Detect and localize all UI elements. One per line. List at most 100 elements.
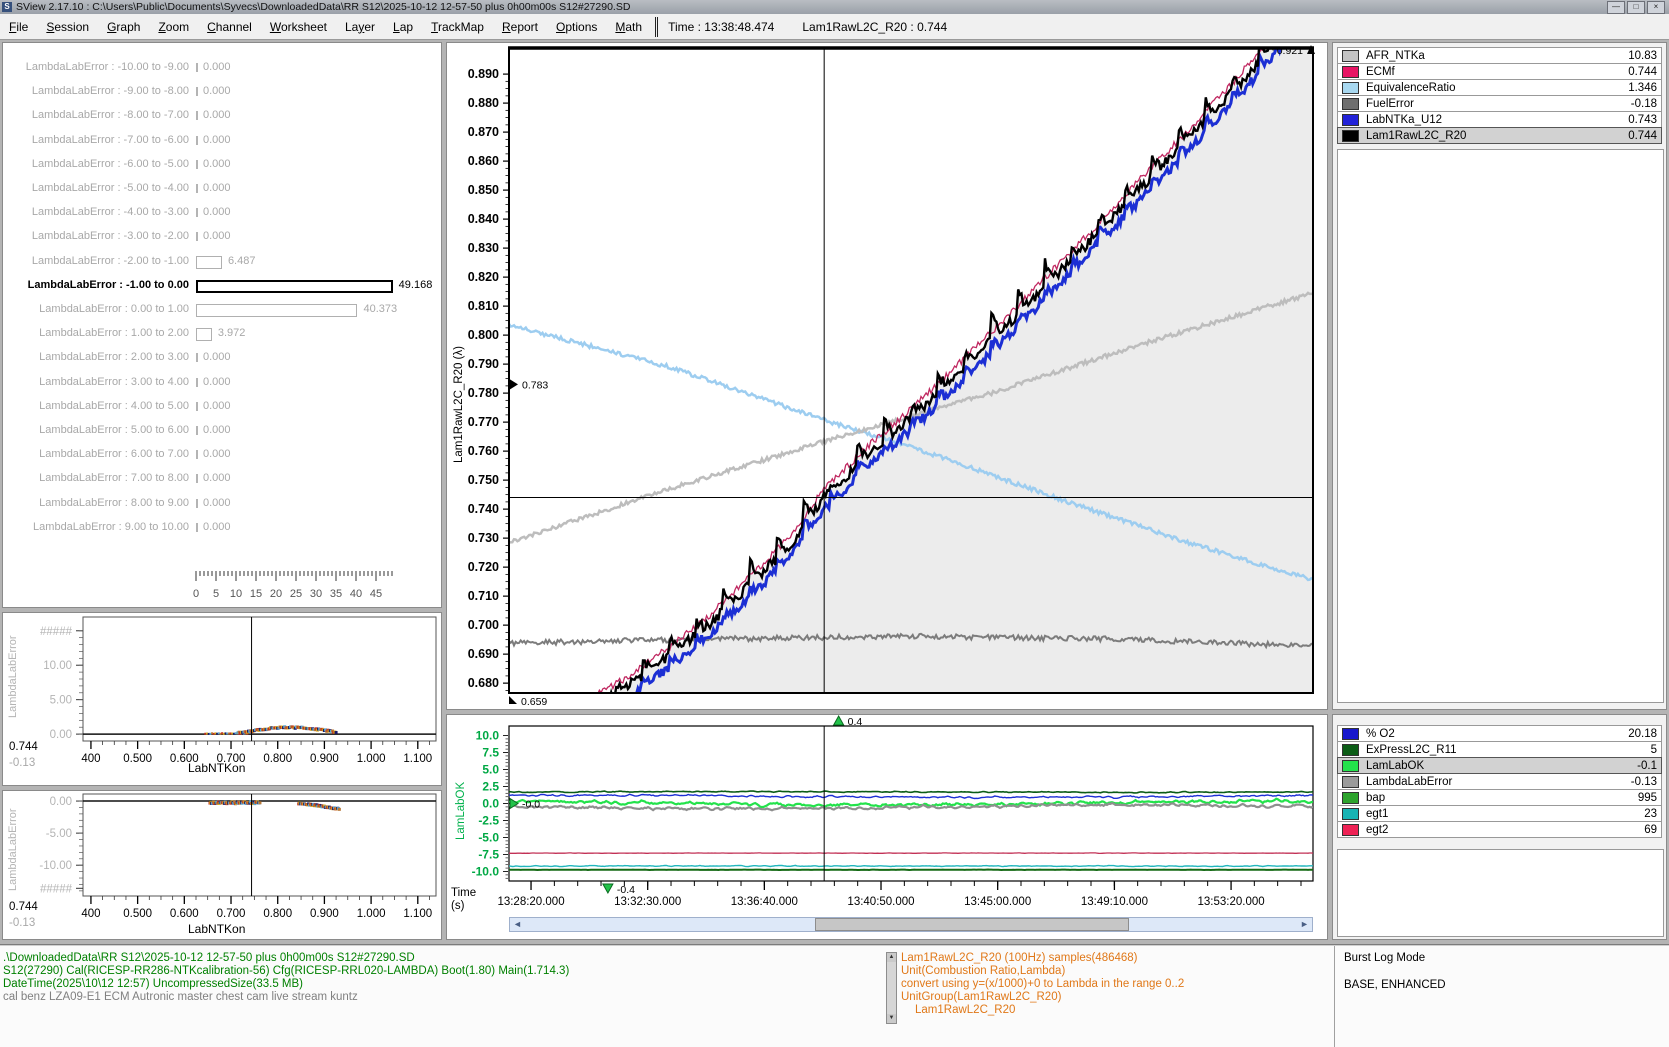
minimize-button[interactable]: —: [1607, 1, 1625, 14]
histogram-row[interactable]: LambdaLabError : -3.00 to -2.000.000: [3, 226, 441, 248]
histogram-row[interactable]: LambdaLabError : -1.00 to 0.0049.168: [3, 275, 441, 297]
channel-name: % O2: [1366, 728, 1395, 740]
histogram-row-label: LambdaLabError : -1.00 to 0.00: [3, 279, 189, 291]
histogram-value: 0.000: [203, 85, 231, 97]
svg-text:0.00: 0.00: [50, 729, 72, 741]
main-time-chart-panel[interactable]: Lam1RawL2C_R20 (λ) 0.8900.8800.8700.8600…: [446, 42, 1328, 710]
menu-file[interactable]: File: [0, 20, 37, 34]
menu-zoom[interactable]: Zoom: [149, 20, 198, 34]
svg-text:5.0: 5.0: [482, 763, 499, 777]
histogram-row[interactable]: LambdaLabError : 0.00 to 1.0040.373: [3, 299, 441, 321]
channel-row-expressl2c-r11[interactable]: ExPressL2C_R115: [1337, 741, 1662, 758]
lambda-error-histogram-panel[interactable]: LambdaLabError : -10.00 to -9.000.000Lam…: [2, 42, 442, 608]
menu-channel[interactable]: Channel: [198, 20, 261, 34]
status-bar: .\DownloadedData\RR S12\2025-10-12 12-57…: [0, 944, 1669, 1047]
histogram-row-label: LambdaLabError : -3.00 to -2.00: [3, 230, 189, 242]
histogram-zero-tick: [196, 450, 198, 459]
main-chart-plot[interactable]: 0.8900.8800.8700.8600.8500.8400.8300.820…: [447, 43, 1327, 709]
menu-options[interactable]: Options: [547, 20, 606, 34]
channel-value: -0.13: [1631, 776, 1657, 788]
histogram-row-label: LambdaLabError : 0.00 to 1.00: [3, 303, 189, 315]
scroll-right-icon[interactable]: ►: [1297, 918, 1312, 931]
histogram-row[interactable]: LambdaLabError : 3.00 to 4.000.000: [3, 372, 441, 394]
channel-value: 69: [1644, 824, 1657, 836]
histogram-row[interactable]: LambdaLabError : 2.00 to 3.000.000: [3, 347, 441, 369]
histogram-value: 3.972: [218, 327, 246, 339]
histogram-row[interactable]: LambdaLabError : -6.00 to -5.000.000: [3, 154, 441, 176]
empty-channel-area: [1337, 849, 1664, 937]
channel-row-egt1[interactable]: egt123: [1337, 805, 1662, 822]
channel-row-lam1rawl2c-r20[interactable]: Lam1RawL2C_R200.744: [1337, 127, 1662, 144]
histogram-row[interactable]: LambdaLabError : -9.00 to -8.000.000: [3, 81, 441, 103]
histogram-row[interactable]: LambdaLabError : -5.00 to -4.000.000: [3, 178, 441, 200]
time-axis-label-1: Time: [451, 887, 476, 899]
menu-math[interactable]: Math: [606, 20, 651, 34]
scatter-lower-plot[interactable]: 0.00-5.00-10.00#####4000.5000.6000.7000.…: [3, 791, 443, 921]
channel-row-afr-ntka[interactable]: AFR_NTKa10.83: [1337, 47, 1662, 64]
channel-info-line: Lam1RawL2C_R20 (100Hz) samples(486468): [901, 952, 1138, 964]
svg-text:0.750: 0.750: [468, 473, 499, 487]
svg-text:10.00: 10.00: [43, 660, 72, 672]
channel-row-labntka-u12[interactable]: LabNTKa_U120.743: [1337, 111, 1662, 128]
histogram-row[interactable]: LambdaLabError : -8.00 to -7.000.000: [3, 105, 441, 127]
channel-row-fuelerror[interactable]: FuelError-0.18: [1337, 95, 1662, 112]
channel-row-ecmf[interactable]: ECMf0.744: [1337, 63, 1662, 80]
histogram-row[interactable]: LambdaLabError : 5.00 to 6.000.000: [3, 420, 441, 442]
menu-layer[interactable]: Layer: [336, 20, 384, 34]
menu-items: FileSessionGraphZoomChannelWorksheetLaye…: [0, 20, 651, 34]
scroll-left-icon[interactable]: ◄: [510, 918, 525, 931]
title-bar[interactable]: S SView 2.17.10 : C:\Users\Public\Docume…: [0, 0, 1669, 14]
channel-list-bottom-panel: % O220.18ExPressL2C_R115LamLabOK-0.1Lamb…: [1332, 714, 1667, 940]
bottom-chart-plot[interactable]: 10.07.55.02.50.0-2.5-5.0-7.5-10.013:28:2…: [447, 715, 1327, 915]
close-button[interactable]: ×: [1647, 1, 1665, 14]
channel-row--o2[interactable]: % O220.18: [1337, 725, 1662, 742]
scatter-upper-panel[interactable]: LambdaLabError #####10.005.000.004000.50…: [2, 612, 442, 786]
channel-name: ECMf: [1366, 66, 1395, 78]
channel-row-bap[interactable]: bap995: [1337, 789, 1662, 806]
histogram-row[interactable]: LambdaLabError : 7.00 to 8.000.000: [3, 468, 441, 490]
histogram-row[interactable]: LambdaLabError : -2.00 to -1.006.487: [3, 251, 441, 273]
histogram-row-label: LambdaLabError : 6.00 to 7.00: [3, 448, 189, 460]
histogram-value: 0.000: [203, 472, 231, 484]
time-tick-label: 13:32:30.000: [614, 896, 681, 908]
min-value-marker: 0.659: [521, 696, 547, 708]
scrollbar-thumb[interactable]: [815, 918, 1128, 931]
scroll-up-icon[interactable]: ▲: [887, 953, 896, 962]
histogram-row[interactable]: LambdaLabError : 4.00 to 5.000.000: [3, 396, 441, 418]
scatter-lower-panel[interactable]: LambdaLabError 0.00-5.00-10.00#####4000.…: [2, 790, 442, 940]
histogram-row[interactable]: LambdaLabError : -10.00 to -9.000.000: [3, 57, 441, 79]
lamlabok-time-chart-panel[interactable]: LamLabOK 10.07.55.02.50.0-2.5-5.0-7.5-10…: [446, 714, 1328, 940]
channel-row-equivalenceratio[interactable]: EquivalenceRatio1.346: [1337, 79, 1662, 96]
svg-text:0.890: 0.890: [468, 67, 499, 81]
scatter-x-tick-label: 1.100: [403, 908, 432, 920]
scatter-upper-plot[interactable]: #####10.005.000.004000.5000.6000.7000.80…: [3, 613, 443, 773]
top-marker-value: 0.4: [848, 716, 863, 728]
svg-text:0.790: 0.790: [468, 357, 499, 371]
channel-row-lambdalaberror[interactable]: LambdaLabError-0.13: [1337, 773, 1662, 790]
menu-trackmap[interactable]: TrackMap: [422, 20, 493, 34]
channel-row-lamlabok[interactable]: LamLabOK-0.1: [1337, 757, 1662, 774]
histogram-row[interactable]: LambdaLabError : 1.00 to 2.003.972: [3, 323, 441, 345]
channel-name: LabNTKa_U12: [1366, 114, 1442, 126]
svg-text:0.730: 0.730: [468, 531, 499, 545]
channel-row-egt2[interactable]: egt269: [1337, 821, 1662, 838]
menu-report[interactable]: Report: [493, 20, 547, 34]
histogram-row[interactable]: LambdaLabError : -7.00 to -6.000.000: [3, 130, 441, 152]
histogram-zero-tick: [196, 232, 198, 241]
maximize-button[interactable]: □: [1627, 1, 1645, 14]
histogram-row[interactable]: LambdaLabError : 9.00 to 10.000.000: [3, 517, 441, 539]
menu-worksheet[interactable]: Worksheet: [261, 20, 336, 34]
menu-lap[interactable]: Lap: [384, 20, 422, 34]
histogram-row[interactable]: LambdaLabError : 8.00 to 9.000.000: [3, 493, 441, 515]
channel-info-scrollbar[interactable]: ▲ ▼: [886, 952, 897, 1024]
svg-text:0.860: 0.860: [468, 154, 499, 168]
channel-value: 1.346: [1628, 82, 1657, 94]
scatter-x-tick-label: 400: [81, 753, 100, 765]
histogram-row[interactable]: LambdaLabError : 6.00 to 7.000.000: [3, 444, 441, 466]
time-scrollbar[interactable]: ◄ ►: [509, 917, 1313, 932]
histogram-row[interactable]: LambdaLabError : -4.00 to -3.000.000: [3, 202, 441, 224]
menu-session[interactable]: Session: [37, 20, 98, 34]
scatter-x-tick-label: 1.100: [403, 753, 432, 765]
menu-graph[interactable]: Graph: [98, 20, 149, 34]
scroll-down-icon[interactable]: ▼: [887, 1014, 896, 1023]
